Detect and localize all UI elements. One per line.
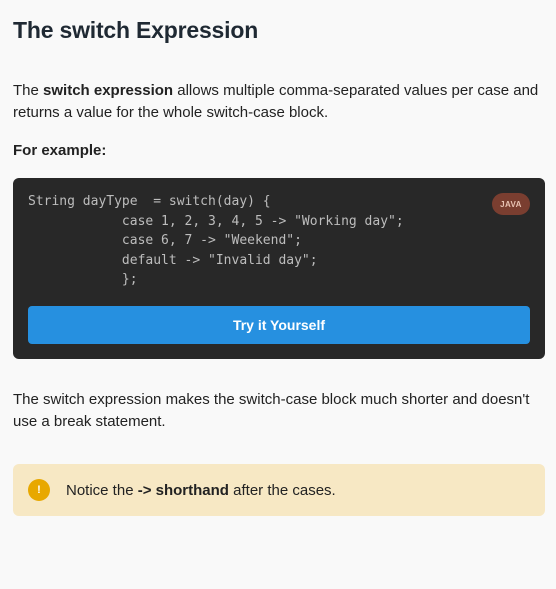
- code-line: String dayType = switch(day) {: [28, 194, 271, 209]
- intro-text-bold: switch expression: [43, 82, 174, 99]
- code-line: case 1, 2, 3, 4, 5 -> "Working day";: [28, 213, 404, 229]
- intro-paragraph: The switch expression allows multiple co…: [13, 80, 543, 124]
- code-line: };: [28, 272, 138, 288]
- note-text-before: Notice the: [66, 481, 138, 499]
- note-text: Notice the -> shorthand after the cases.: [66, 482, 336, 499]
- note-text-bold: -> shorthand: [137, 481, 229, 499]
- note-box: ! Notice the -> shorthand after the case…: [13, 464, 545, 516]
- outro-paragraph: The switch expression makes the switch-c…: [13, 391, 530, 430]
- code-line: case 6, 7 -> "Weekend";: [28, 233, 302, 249]
- page-title: The switch Expression: [13, 17, 259, 43]
- code-example-card: JAVA String dayType = switch(day) { case…: [13, 178, 545, 359]
- code-block[interactable]: String dayType = switch(day) { case 1, 2…: [28, 192, 404, 290]
- warning-icon: !: [28, 479, 50, 501]
- page: The switch Expression The switch express…: [0, 0, 556, 589]
- language-badge: JAVA: [492, 193, 530, 215]
- intro-text-before: The: [13, 82, 44, 99]
- code-line: default -> "Invalid day";: [28, 252, 318, 268]
- note-text-after: after the cases.: [228, 481, 336, 499]
- example-label: For example:: [13, 142, 107, 159]
- try-it-yourself-button[interactable]: Try it Yourself: [28, 306, 530, 344]
